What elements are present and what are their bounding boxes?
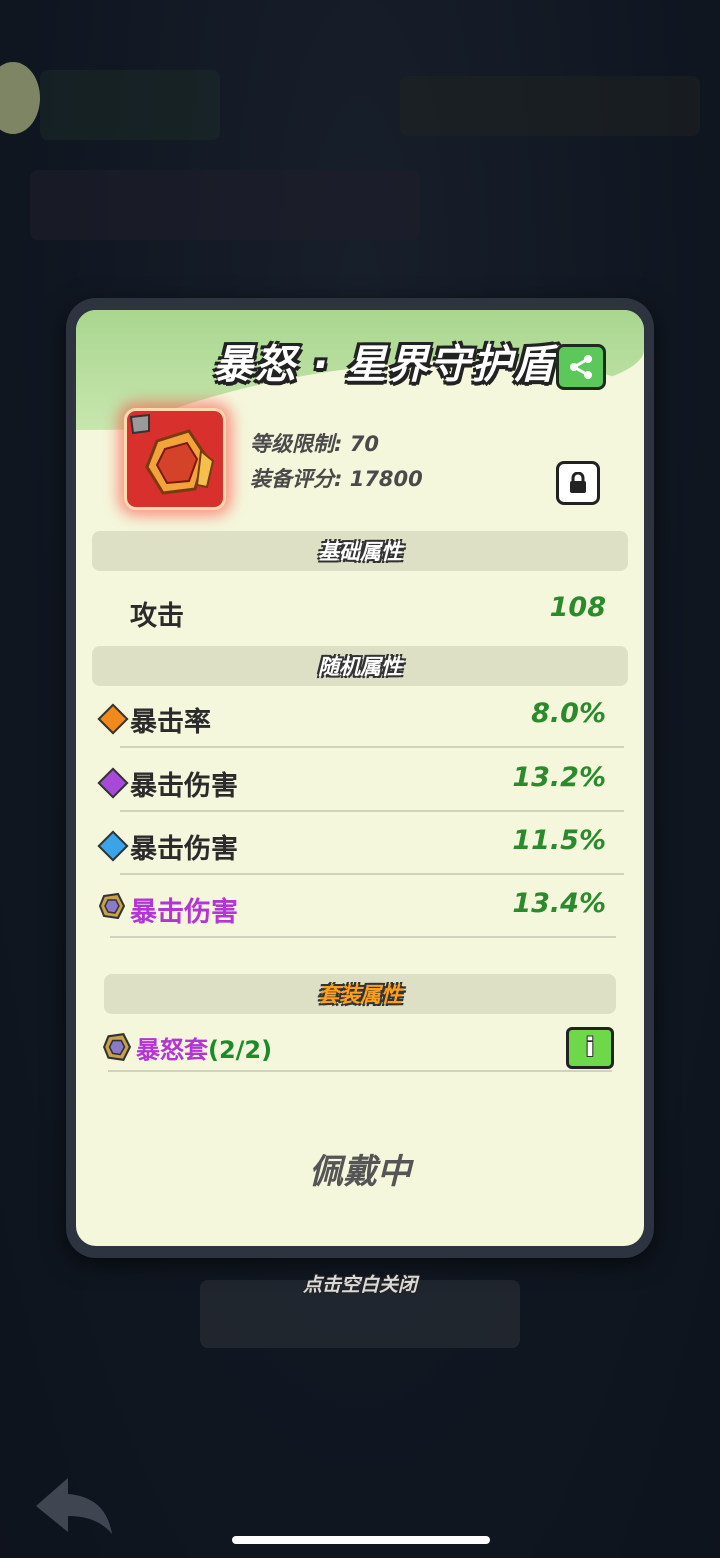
home-indicator[interactable] <box>232 1536 490 1544</box>
back-arrow-icon[interactable] <box>28 1470 118 1540</box>
purple-gem-icon <box>97 767 129 799</box>
base-attribute-row: 攻击 108 <box>100 580 624 642</box>
info-icon: i <box>585 1033 595 1063</box>
close-hint: 点击空白关闭 <box>302 1274 417 1296</box>
attribute-name: 暴击率 <box>130 707 211 738</box>
attribute-value: 8.0% <box>531 698 606 729</box>
attribute-name: 暴击伤害 <box>130 897 238 928</box>
equipment-score: 装备评分: 17800 <box>250 467 423 491</box>
section-base-attributes: 基础属性 <box>92 531 628 571</box>
divider <box>110 936 616 938</box>
set-info-button[interactable]: i <box>566 1027 614 1069</box>
blue-gem-icon <box>97 830 129 862</box>
rage-set-icon <box>102 1032 132 1062</box>
share-icon <box>570 355 592 379</box>
share-button[interactable] <box>556 344 606 390</box>
attribute-name: 攻击 <box>130 601 184 632</box>
orange-gem-icon <box>97 703 129 735</box>
attribute-name: 暴击伤害 <box>130 834 238 865</box>
lock-button[interactable] <box>556 461 600 505</box>
set-name: 暴怒套(2/2) <box>136 1030 272 1065</box>
level-requirement: 等级限制: 70 <box>250 432 379 456</box>
equipped-status: 佩戴中 <box>309 1152 411 1192</box>
rage-set-icon <box>98 892 126 920</box>
attribute-value: 108 <box>549 592 606 623</box>
attribute-value: 13.4% <box>512 888 606 919</box>
divider <box>120 873 624 875</box>
set-name-label: 暴怒套 <box>136 1036 208 1064</box>
section-set-attributes: 套装属性 <box>104 974 616 1014</box>
attribute-value: 11.5% <box>512 825 606 856</box>
set-piece-count: (2/2) <box>208 1036 273 1064</box>
shield-item-icon[interactable] <box>124 408 226 510</box>
random-attribute-row: 暴击伤害 13.2% <box>97 750 624 812</box>
lock-icon <box>570 472 586 493</box>
attribute-name: 暴击伤害 <box>130 771 238 802</box>
random-attribute-row: 暴击伤害 11.5% <box>97 813 624 875</box>
item-title: 暴怒 · 星界守护盾 <box>212 342 556 388</box>
section-random-attributes: 随机属性 <box>92 646 628 686</box>
attribute-value: 13.2% <box>512 762 606 793</box>
divider <box>108 1070 612 1072</box>
random-attribute-row: 暴击率 8.0% <box>97 686 624 748</box>
divider <box>120 746 624 748</box>
random-attribute-row: 暴击伤害 13.4% <box>98 876 624 938</box>
divider <box>120 810 624 812</box>
set-bonus-row: 暴怒套(2/2) <box>100 1024 612 1072</box>
